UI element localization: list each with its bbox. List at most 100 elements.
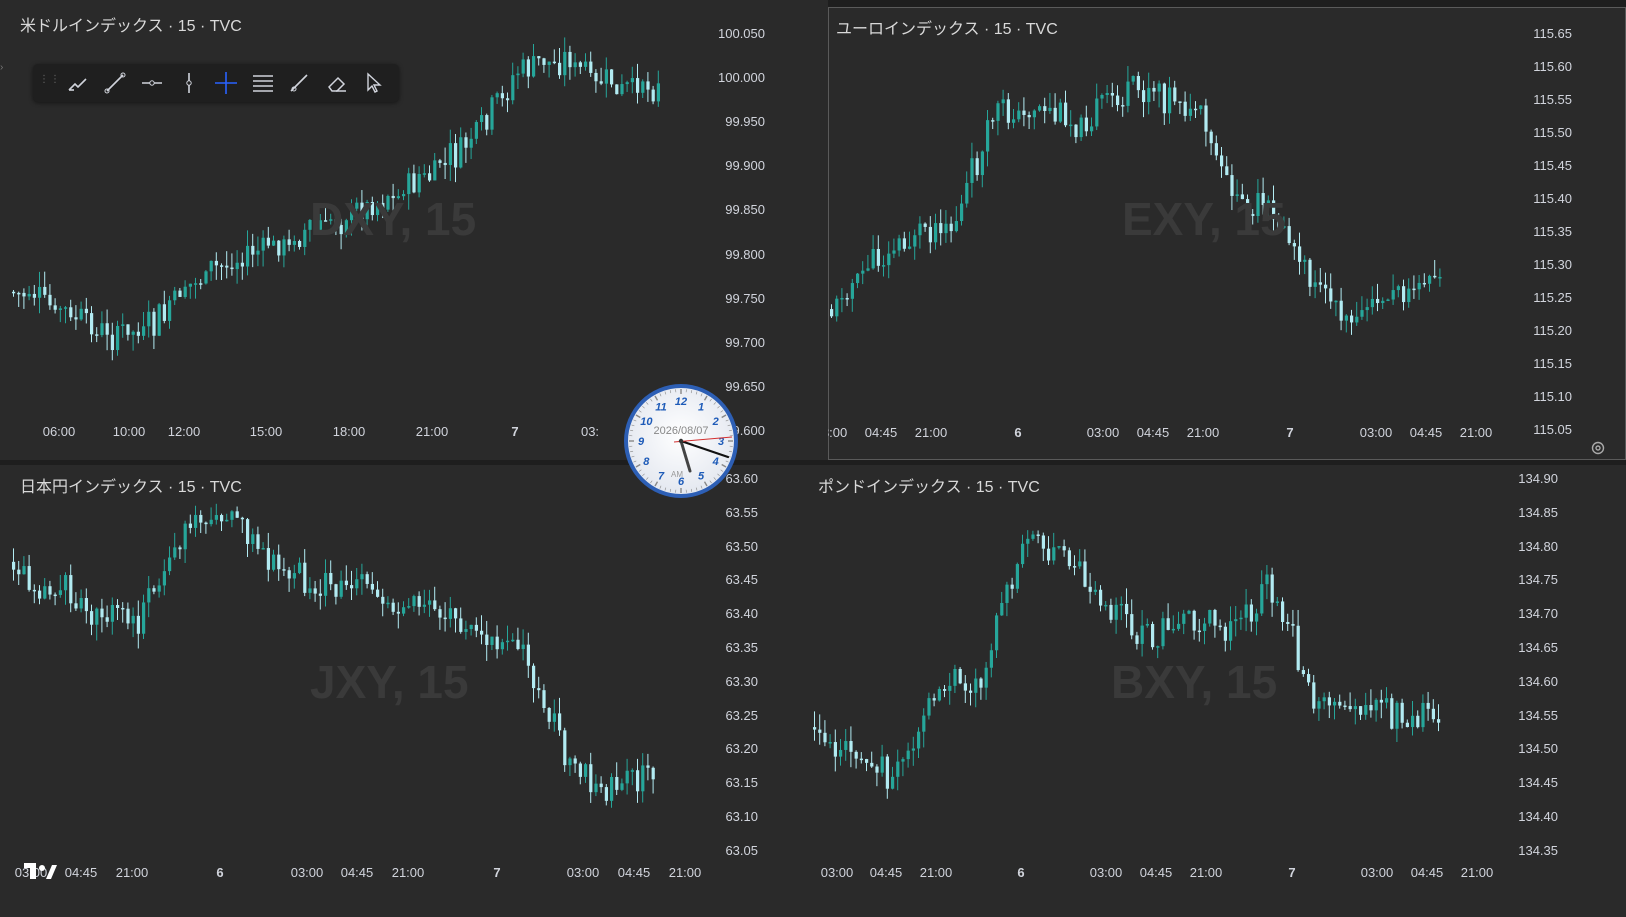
time-axis-label: 03:00 xyxy=(828,425,848,440)
candle-body xyxy=(1437,719,1441,723)
candle-body xyxy=(235,511,239,518)
trend-brush-icon[interactable] xyxy=(59,67,96,99)
candle-body xyxy=(625,82,629,85)
candle-body xyxy=(422,173,426,175)
candle-body xyxy=(939,223,943,234)
vertical-line-icon[interactable] xyxy=(170,67,207,99)
candle-body xyxy=(1390,698,1394,729)
clock-ampm: AM xyxy=(671,470,683,479)
candle-body xyxy=(17,292,21,295)
candle-body xyxy=(1199,105,1203,110)
candle-body xyxy=(511,75,515,101)
time-axis-label: 12:00 xyxy=(167,424,201,439)
fib-levels-icon[interactable] xyxy=(244,67,281,99)
price-axis-label: 115.55 xyxy=(1533,92,1572,107)
cursor-arrow-icon[interactable] xyxy=(355,67,392,99)
candle-body xyxy=(542,58,546,65)
candle-body xyxy=(1433,275,1437,278)
candle-body xyxy=(417,596,421,607)
candle-body xyxy=(906,750,910,760)
candle-body xyxy=(875,766,879,773)
chart-pane-exy[interactable]: EXY, 15 ユーロインデックス · 15 · TVC 115.65 115.6… xyxy=(828,7,1626,460)
clock-number: 8 xyxy=(643,456,650,468)
time-axis-label: 21:00 xyxy=(919,865,953,880)
candle-body xyxy=(1069,124,1073,127)
price-axis-label: 63.20 xyxy=(725,741,758,757)
price-axis-label: 99.950 xyxy=(725,114,765,130)
brush-icon[interactable] xyxy=(281,67,318,99)
candle-body xyxy=(95,608,99,625)
horizontal-ray-icon[interactable] xyxy=(133,67,170,99)
candle-body xyxy=(969,690,973,693)
candle-body xyxy=(1192,610,1196,631)
time-axis-label: 04:45 xyxy=(1409,425,1443,440)
candle-body xyxy=(1079,117,1083,138)
price-axis-label: 134.60 xyxy=(1518,673,1558,689)
chart-pane-bxy[interactable]: BXY, 15 ポンドインデックス · 15 · TVC 134.90 134.8… xyxy=(811,465,1626,917)
price-axis-label: 63.05 xyxy=(725,842,758,858)
time-axis-label: 21:00 xyxy=(668,865,702,880)
candle-body xyxy=(225,519,229,522)
candle-body xyxy=(856,273,860,284)
time-axis-label: 03:00 xyxy=(290,865,324,880)
time-axis-label: 03:00 xyxy=(1086,425,1120,440)
candle-body xyxy=(454,608,458,619)
clock-widget[interactable]: 12 1 2 3 4 5 6 7 8 9 10 11 2026/08/07 AM xyxy=(622,382,740,500)
candle-body xyxy=(287,570,291,579)
candle-body xyxy=(823,732,827,743)
trend-line-icon[interactable] xyxy=(96,67,133,99)
clock-number: 11 xyxy=(655,401,666,413)
drawing-toolbar[interactable]: ⋮⋮ xyxy=(33,64,399,102)
crosshair-icon[interactable] xyxy=(207,67,244,99)
candle-body xyxy=(230,267,234,270)
candle-body xyxy=(1292,243,1296,247)
candle-body xyxy=(1048,107,1052,112)
price-axis-label: 134.65 xyxy=(1518,640,1558,655)
chart-pane-jxy[interactable]: JXY, 15 日本円インデックス · 15 · TVC 63.60 63.55 6… xyxy=(0,465,811,917)
gear-icon[interactable] xyxy=(1590,440,1606,461)
candle-body xyxy=(376,589,380,597)
candle-body xyxy=(1324,284,1328,289)
chart-title-dxy[interactable]: 米ドルインデックス · 15 · TVC xyxy=(20,12,242,36)
chart-title-exy[interactable]: ユーロインデックス · 15 · TVC xyxy=(836,15,1058,39)
candle-body xyxy=(417,173,421,193)
price-axis-label: 115.10 xyxy=(1533,389,1572,404)
candle-body xyxy=(1422,282,1426,285)
candle-body xyxy=(105,617,109,622)
price-axis-label: 134.40 xyxy=(1518,809,1558,824)
candle-body xyxy=(1428,275,1432,284)
candle-body xyxy=(240,517,244,520)
eraser-icon[interactable] xyxy=(318,67,355,99)
candle-body xyxy=(266,237,270,246)
candle-body xyxy=(943,689,947,691)
clock-number: 5 xyxy=(698,471,705,483)
candle-body xyxy=(1057,546,1061,548)
candle-body xyxy=(506,98,510,101)
chevron-right-icon[interactable]: › xyxy=(0,62,3,73)
candle-body xyxy=(157,585,161,592)
price-axis-label: 134.80 xyxy=(1518,538,1558,554)
candle-body xyxy=(917,731,921,749)
candle-body xyxy=(979,678,983,688)
chart-title-jxy[interactable]: 日本円インデックス · 15 · TVC xyxy=(20,473,242,497)
time-axis-label: 6 xyxy=(1014,425,1022,440)
candle-body xyxy=(1073,566,1077,568)
candle-body xyxy=(287,239,291,245)
drag-handle-icon[interactable]: ⋮⋮ xyxy=(39,75,60,90)
tradingview-logo[interactable] xyxy=(24,863,58,886)
price-axis-label: 115.40 xyxy=(1533,191,1572,206)
price-axis-label: 99.900 xyxy=(725,158,765,174)
candle-body xyxy=(932,698,936,701)
candle-body xyxy=(516,73,520,76)
candle-body xyxy=(84,308,88,314)
candle-body xyxy=(1369,705,1373,711)
candle-body xyxy=(17,569,21,575)
candle-body xyxy=(183,523,187,550)
candle-body xyxy=(896,761,900,777)
candle-body xyxy=(1183,101,1187,116)
time-axis-label: 21:00 xyxy=(391,865,425,880)
candle-body xyxy=(1064,102,1068,126)
candle-body xyxy=(448,143,452,166)
watermark-bxy: BXY, 15 xyxy=(1111,656,1278,708)
chart-title-bxy[interactable]: ポンドインデックス · 15 · TVC xyxy=(818,473,1040,497)
